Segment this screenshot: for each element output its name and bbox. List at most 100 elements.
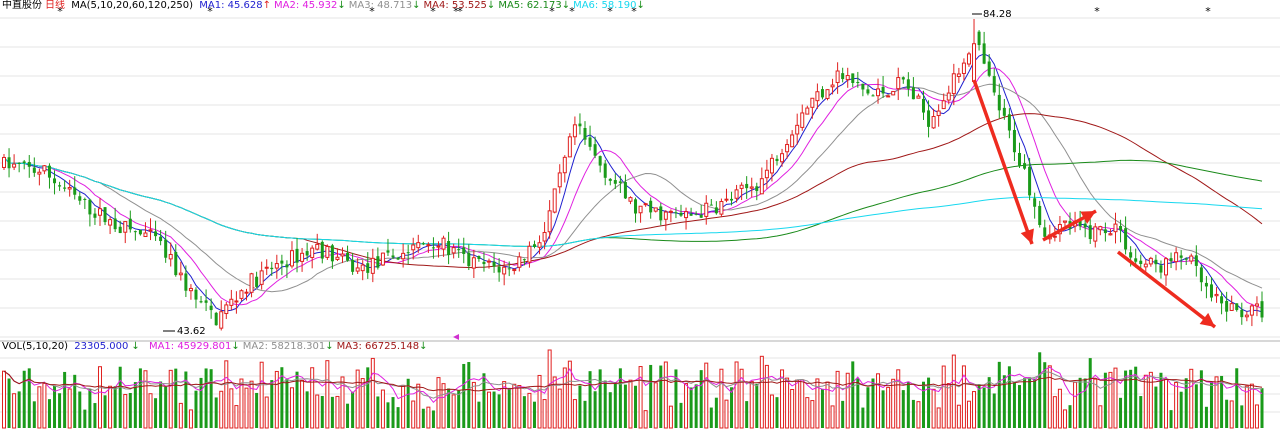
candle-body-down bbox=[194, 289, 198, 300]
candle-body-down bbox=[755, 186, 759, 191]
candle-body-up bbox=[471, 257, 476, 269]
volume-bar-up bbox=[229, 388, 234, 429]
volume-bar-down bbox=[1209, 381, 1213, 428]
volume-bar-up bbox=[1113, 367, 1118, 429]
low-price-label: 43.62 bbox=[177, 326, 206, 337]
volume-bar-down bbox=[366, 367, 370, 428]
legend-ma1: MA1: 45.628↑ bbox=[199, 0, 272, 11]
volume-bar-down bbox=[922, 381, 926, 428]
candle-body-down bbox=[841, 73, 845, 80]
volume-bar-down bbox=[159, 381, 163, 428]
candle-body-down bbox=[745, 183, 749, 189]
candle-body-down bbox=[1199, 267, 1203, 283]
volume-bar-down bbox=[1169, 410, 1173, 428]
candle-body-up bbox=[451, 247, 456, 254]
volume-bar-down bbox=[118, 366, 122, 428]
candle-body-down bbox=[83, 198, 87, 200]
candle-body-up bbox=[1249, 305, 1254, 316]
period-label: 日线 bbox=[45, 0, 65, 11]
candle-body-up bbox=[315, 243, 320, 250]
volume-bar-up bbox=[148, 393, 153, 429]
volume-bar-down bbox=[1078, 377, 1082, 428]
candle-body-down bbox=[255, 276, 259, 287]
volume-bar-up bbox=[224, 360, 229, 429]
volume-bar-down bbox=[164, 386, 168, 428]
volume-bar-down bbox=[214, 397, 218, 428]
volume-bar-down bbox=[32, 401, 36, 428]
volume-bar-down bbox=[174, 368, 178, 428]
candle-body-up bbox=[1148, 257, 1153, 265]
candle-body-up bbox=[1189, 255, 1194, 262]
candle-body-up bbox=[335, 256, 340, 260]
candle-body-down bbox=[987, 61, 991, 76]
candle-body-down bbox=[154, 231, 158, 237]
candle-body-up bbox=[956, 73, 961, 77]
volume-bar-down bbox=[623, 384, 627, 428]
ma120-line bbox=[3, 157, 1263, 247]
candle-body-down bbox=[1002, 107, 1006, 116]
candle-body-down bbox=[1038, 205, 1042, 225]
candle-body-down bbox=[1007, 114, 1011, 131]
candle-body-up bbox=[229, 298, 234, 306]
candle-body-down bbox=[492, 261, 496, 267]
candle-body-down bbox=[431, 247, 435, 249]
candle-body-down bbox=[159, 236, 163, 242]
candlesticks[interactable] bbox=[2, 18, 1264, 331]
volume-bar-down bbox=[1028, 377, 1032, 428]
candle-body-down bbox=[285, 264, 289, 268]
event-marker: * bbox=[1205, 5, 1211, 18]
candle-body-up bbox=[37, 171, 42, 175]
candle-body-down bbox=[1124, 228, 1128, 250]
volume-bar-down bbox=[133, 382, 137, 428]
volume-bar-down bbox=[386, 402, 390, 428]
volume-bar-up bbox=[830, 405, 835, 429]
candle-body-down bbox=[17, 162, 21, 164]
volume-bar-up bbox=[1164, 379, 1169, 429]
volume-bar-down bbox=[841, 400, 845, 428]
volume-bar-up bbox=[638, 366, 643, 429]
candle-body-up bbox=[663, 211, 668, 220]
candle-body-up bbox=[380, 252, 385, 266]
volume-bar-down bbox=[714, 397, 718, 428]
candle-body-down bbox=[699, 214, 703, 218]
candle-body-down bbox=[88, 199, 92, 215]
candle-body-up bbox=[800, 112, 805, 128]
volume-bar-up bbox=[1057, 388, 1062, 429]
candle-body-up bbox=[966, 53, 971, 65]
volume-bar-down bbox=[497, 394, 501, 428]
candle-body-down bbox=[113, 218, 117, 230]
candle-body-down bbox=[73, 187, 77, 195]
volume-bar-down bbox=[699, 370, 703, 428]
candle-body-down bbox=[47, 165, 51, 178]
candle-body-down bbox=[1220, 296, 1224, 304]
candle-body-down bbox=[679, 212, 683, 216]
candle-body-up bbox=[653, 207, 658, 212]
candle-body-up bbox=[891, 90, 896, 96]
volume-bar-up bbox=[876, 373, 881, 429]
volume-bar-down bbox=[47, 399, 51, 428]
candle-body-down bbox=[623, 182, 627, 199]
candle-body-down bbox=[866, 89, 870, 94]
ma10-line bbox=[3, 67, 1263, 309]
volume-bar-down bbox=[982, 387, 986, 428]
candle-body-up bbox=[502, 266, 507, 275]
candle-body-down bbox=[906, 79, 910, 89]
volume-bar-up bbox=[749, 380, 754, 429]
candle-body-down bbox=[1159, 265, 1163, 273]
candle-body-down bbox=[922, 98, 926, 113]
volume-bar-up bbox=[956, 404, 961, 429]
volume-bar-down bbox=[1124, 370, 1128, 428]
volume-bar-up bbox=[916, 401, 921, 429]
volume-bar-down bbox=[775, 397, 779, 428]
candle-body-up bbox=[300, 252, 305, 262]
candle-body-down bbox=[603, 163, 607, 178]
volume-bar-up bbox=[1052, 396, 1057, 429]
candle-body-up bbox=[638, 205, 643, 214]
candle-body-up bbox=[537, 242, 542, 248]
volume-bar-down bbox=[730, 387, 734, 428]
volume-bar-up bbox=[380, 389, 385, 429]
volume-bar-down bbox=[467, 362, 471, 428]
volume-bar-up bbox=[886, 386, 891, 429]
volume-bar-up bbox=[527, 392, 532, 429]
candle-body-down bbox=[1088, 225, 1092, 240]
